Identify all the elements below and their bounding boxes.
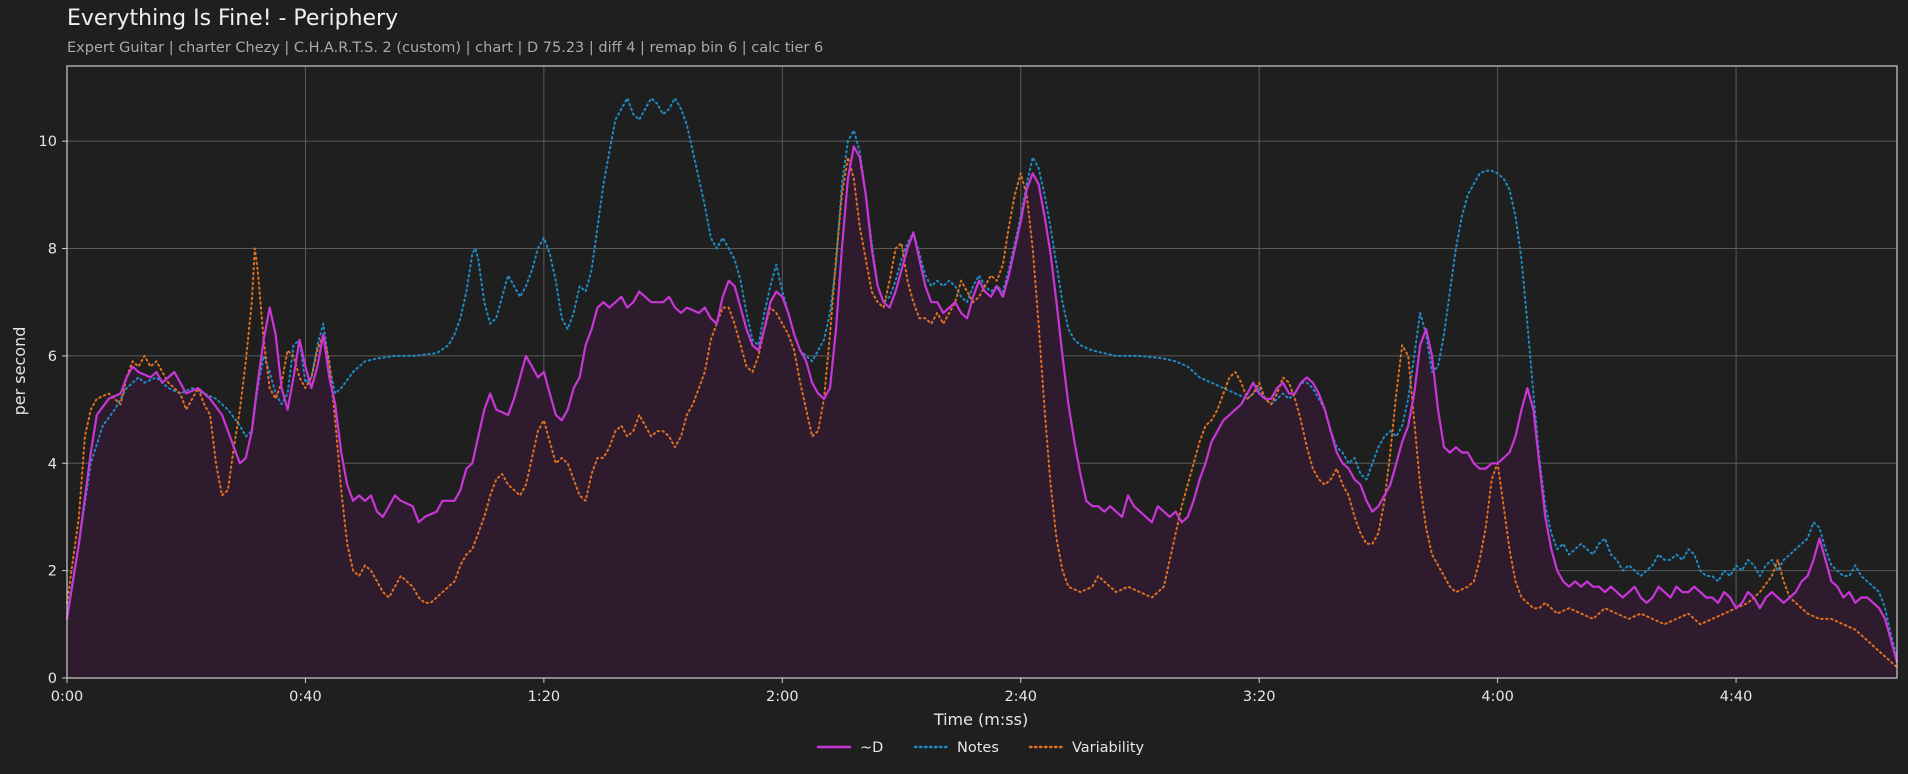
y-tick-label: 4: [48, 456, 57, 472]
x-tick-label: 1:20: [528, 689, 561, 705]
x-tick-label: 4:40: [1720, 689, 1753, 705]
y-tick-label: 10: [39, 134, 57, 150]
x-axis-ticks: 0:00 0:40 1:20 2:00 2:40 3:20 4:00 4:40: [51, 678, 1753, 705]
line-chart: 0:00 0:40 1:20 2:00 2:40 3:20 4:00 4:40 0 2 4 6 8 10…: [10, 65, 1899, 756]
legend: ~D Notes Variability: [816, 740, 1145, 756]
x-tick-label: 2:00: [766, 689, 799, 705]
y-tick-label: 2: [48, 564, 57, 580]
x-tick-label: 0:00: [51, 689, 84, 705]
y-tick-label: 6: [48, 349, 57, 365]
x-tick-label: 3:20: [1243, 689, 1276, 705]
x-tick-label: 4:00: [1481, 689, 1514, 705]
y-tick-label: 8: [48, 242, 57, 258]
legend-label: ~D: [860, 740, 883, 756]
legend-label: Variability: [1072, 740, 1145, 756]
x-axis-label: Time (m:ss): [933, 710, 1028, 729]
x-tick-label: 2:40: [1004, 689, 1037, 705]
y-axis-label: per second: [10, 327, 29, 416]
y-tick-label: 0: [48, 671, 57, 687]
legend-label: Notes: [957, 740, 999, 756]
x-tick-label: 0:40: [289, 689, 322, 705]
y-axis-ticks: 0 2 4 6 8 10: [39, 134, 67, 687]
